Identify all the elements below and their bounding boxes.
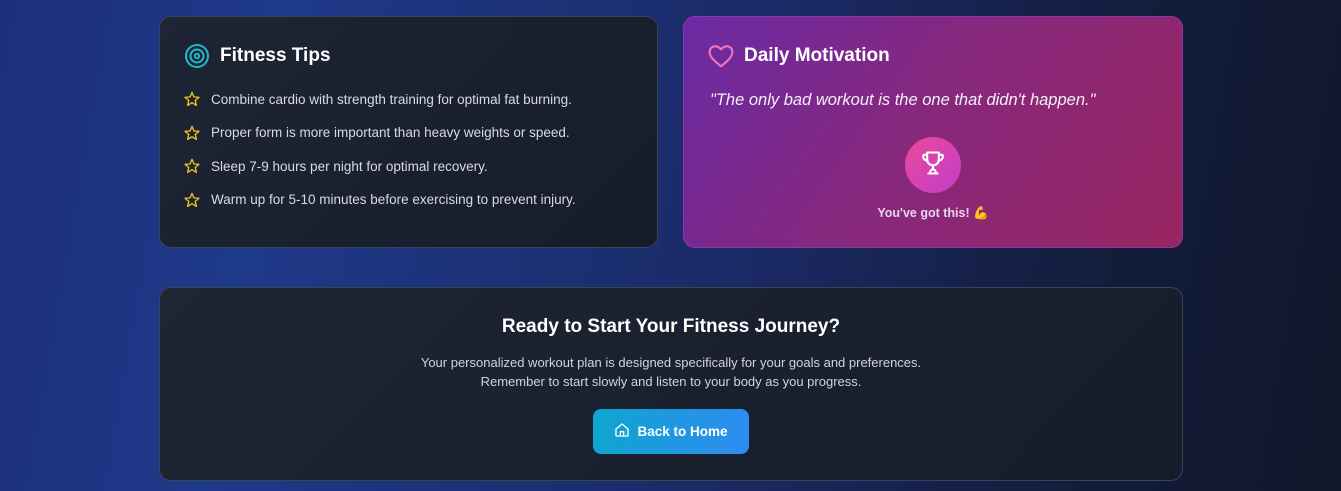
back-to-home-label: Back to Home	[637, 424, 728, 439]
daily-motivation-title: Daily Motivation	[744, 45, 890, 66]
cta-card: Ready to Start Your Fitness Journey? You…	[159, 287, 1183, 481]
star-icon	[184, 125, 200, 141]
star-icon	[184, 192, 200, 208]
trophy-icon	[919, 149, 947, 182]
home-icon	[614, 422, 630, 441]
back-to-home-button[interactable]: Back to Home	[593, 409, 749, 454]
motivation-quote: "The only bad workout is the one that di…	[710, 91, 1096, 109]
cta-line-1: Your personalized workout plan is design…	[420, 355, 922, 370]
cta-description: Your personalized workout plan is design…	[160, 353, 1182, 391]
fitness-tips-header: Fitness Tips	[184, 43, 633, 69]
fitness-tips-card: Fitness Tips Combine cardio with strengt…	[159, 16, 658, 248]
cheer-text: You've got this! 💪	[877, 206, 989, 220]
tip-text: Sleep 7-9 hours per night for optimal re…	[211, 158, 488, 174]
list-item: Warm up for 5-10 minutes before exercisi…	[184, 190, 633, 210]
star-icon	[184, 91, 200, 107]
list-item: Combine cardio with strength training fo…	[184, 89, 633, 109]
daily-motivation-header: Daily Motivation	[708, 43, 1158, 69]
list-item: Sleep 7-9 hours per night for optimal re…	[184, 156, 633, 176]
tip-text: Proper form is more important than heavy…	[211, 125, 570, 140]
tip-text: Combine cardio with strength training fo…	[211, 91, 572, 107]
tip-text: Warm up for 5-10 minutes before exercisi…	[211, 192, 576, 207]
list-item: Proper form is more important than heavy…	[184, 123, 633, 143]
cta-title: Ready to Start Your Fitness Journey?	[501, 316, 841, 337]
star-icon	[184, 158, 200, 174]
daily-motivation-card: Daily Motivation "The only bad workout i…	[683, 16, 1183, 248]
trophy-badge	[905, 137, 961, 193]
target-icon	[184, 43, 210, 69]
fitness-tips-title: Fitness Tips	[220, 45, 331, 66]
heart-icon	[708, 43, 734, 69]
cta-line-2: Remember to start slowly and listen to y…	[480, 374, 862, 389]
tips-list: Combine cardio with strength training fo…	[184, 89, 633, 210]
